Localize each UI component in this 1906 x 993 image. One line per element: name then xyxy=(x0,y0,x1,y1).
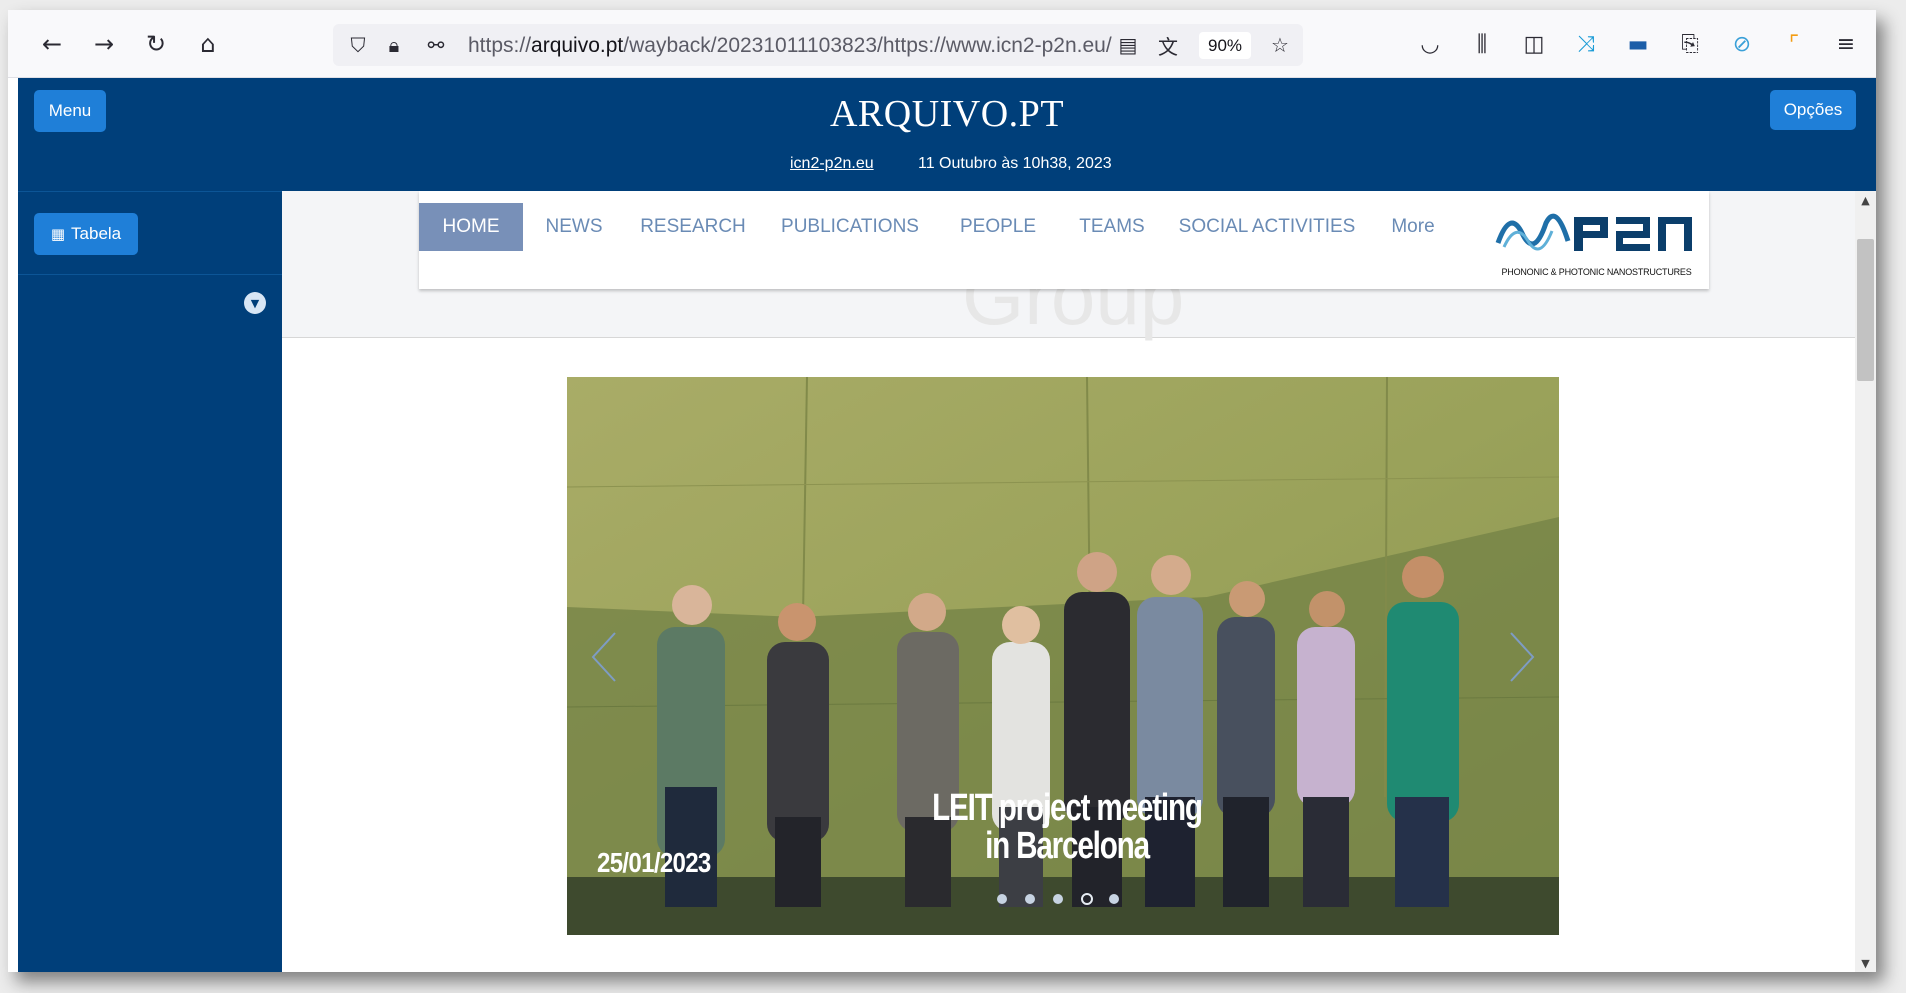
back-icon[interactable]: ← xyxy=(36,28,68,60)
site-navigation: HOME NEWS RESEARCH PUBLICATIONS PEOPLE T… xyxy=(419,191,1709,289)
nav-news[interactable]: NEWS xyxy=(523,203,625,251)
url-text[interactable]: https://arquivo.pt/wayback/2023101110382… xyxy=(468,34,1112,58)
menu-icon[interactable]: ≡ xyxy=(1830,28,1862,60)
nav-research[interactable]: RESEARCH xyxy=(625,203,761,251)
scroll-down-icon[interactable]: ▼ xyxy=(1855,954,1876,972)
p2n-logo[interactable]: PHONONIC & PHOTONIC NANOSTRUCTURES xyxy=(1494,203,1699,283)
translate-icon[interactable]: 文 xyxy=(1153,30,1183,60)
nav-people[interactable]: PEOPLE xyxy=(939,203,1057,251)
carousel-prev-icon[interactable] xyxy=(585,627,625,687)
p2n-logo-graphic xyxy=(1495,213,1692,251)
arquivo-logo[interactable]: ARQUIVO.PT xyxy=(18,92,1876,136)
arquivo-sidebar: ▦ Tabela ▼ xyxy=(18,191,282,972)
carousel-dot[interactable] xyxy=(1109,894,1119,904)
carousel-dot[interactable] xyxy=(997,894,1007,904)
addon-icon[interactable]: ⌜ xyxy=(1778,28,1810,60)
extension-icon[interactable]: ⤨ xyxy=(1570,28,1602,60)
nav-home[interactable]: HOME xyxy=(419,203,523,251)
sidebar-icon[interactable]: ◫ xyxy=(1518,28,1550,60)
arquivo-header: Menu ARQUIVO.PT icn2-p2n.eu 11 Outubro à… xyxy=(18,78,1876,191)
carousel-next-icon[interactable] xyxy=(1501,627,1541,687)
shield-icon[interactable]: ⛉ xyxy=(343,30,373,60)
zoom-level[interactable]: 90% xyxy=(1199,32,1251,59)
browser-window: ← → ↻ ⌂ ⛉ 🔒︎ ⚯ https://arquivo.pt/waybac… xyxy=(8,10,1876,972)
nav-social-activities[interactable]: SOCIAL ACTIVITIES xyxy=(1167,203,1367,251)
capture-date: 11 Outubro às 10h38, 2023 xyxy=(918,155,1112,172)
carousel-dot[interactable] xyxy=(1053,894,1063,904)
reload-icon[interactable]: ↻ xyxy=(140,28,172,60)
pocket-icon[interactable]: ◡ xyxy=(1414,28,1446,60)
table-icon: ▦ xyxy=(50,225,66,243)
archived-page-viewport: Group HOME NEWS RESEARCH PUBLICATIONS PE… xyxy=(282,191,1876,972)
archived-site-link[interactable]: icn2-p2n.eu xyxy=(790,155,874,173)
home-icon[interactable]: ⌂ xyxy=(192,28,224,60)
scroll-up-icon[interactable]: ▲ xyxy=(1855,191,1876,209)
expand-caret-icon[interactable]: ▼ xyxy=(244,292,266,314)
carousel-slide[interactable]: 25/01/2023 LEIT project meeting in Barce… xyxy=(567,377,1559,935)
p2n-logo-caption: PHONONIC & PHOTONIC NANOSTRUCTURES xyxy=(1501,267,1692,277)
slide-caption-line-1: LEIT project meeting xyxy=(932,787,1203,829)
library-icon[interactable]: ⫼ xyxy=(1466,28,1498,60)
account-icon[interactable]: ▬ xyxy=(1622,28,1654,60)
reader-view-icon[interactable]: ▤ xyxy=(1113,30,1143,60)
nav-more[interactable]: More xyxy=(1367,203,1459,251)
options-button[interactable]: Opções xyxy=(1770,90,1856,130)
sidebar-divider xyxy=(18,274,282,275)
slide-caption: LEIT project meeting in Barcelona xyxy=(911,789,1223,865)
nav-publications[interactable]: PUBLICATIONS xyxy=(761,203,939,251)
extensions-puzzle-icon[interactable]: ⎘ xyxy=(1674,28,1706,60)
lock-icon[interactable]: 🔒︎ xyxy=(379,30,409,60)
table-view-button[interactable]: ▦ Tabela xyxy=(34,213,138,255)
bookmark-star-icon[interactable]: ☆ xyxy=(1265,30,1295,60)
carousel-dot[interactable] xyxy=(1025,894,1035,904)
slide-caption-line-2: in Barcelona xyxy=(985,825,1150,867)
nav-teams[interactable]: TEAMS xyxy=(1057,203,1167,251)
table-view-label: Tabela xyxy=(71,224,122,243)
slide-date: 25/01/2023 xyxy=(597,847,711,878)
forward-icon[interactable]: → xyxy=(88,28,120,60)
browser-toolbar: ← → ↻ ⌂ ⛉ 🔒︎ ⚯ https://arquivo.pt/waybac… xyxy=(8,10,1876,78)
carousel-dot[interactable] xyxy=(1081,893,1093,905)
scroll-thumb[interactable] xyxy=(1857,239,1874,381)
page-scrollbar[interactable]: ▲ ▼ xyxy=(1855,191,1876,972)
link-icon[interactable]: ⊘ xyxy=(1726,28,1758,60)
url-bar[interactable]: ⛉ 🔒︎ ⚯ https://arquivo.pt/wayback/202310… xyxy=(333,24,1303,66)
permissions-icon[interactable]: ⚯ xyxy=(421,30,451,60)
carousel-dots xyxy=(997,892,1137,906)
